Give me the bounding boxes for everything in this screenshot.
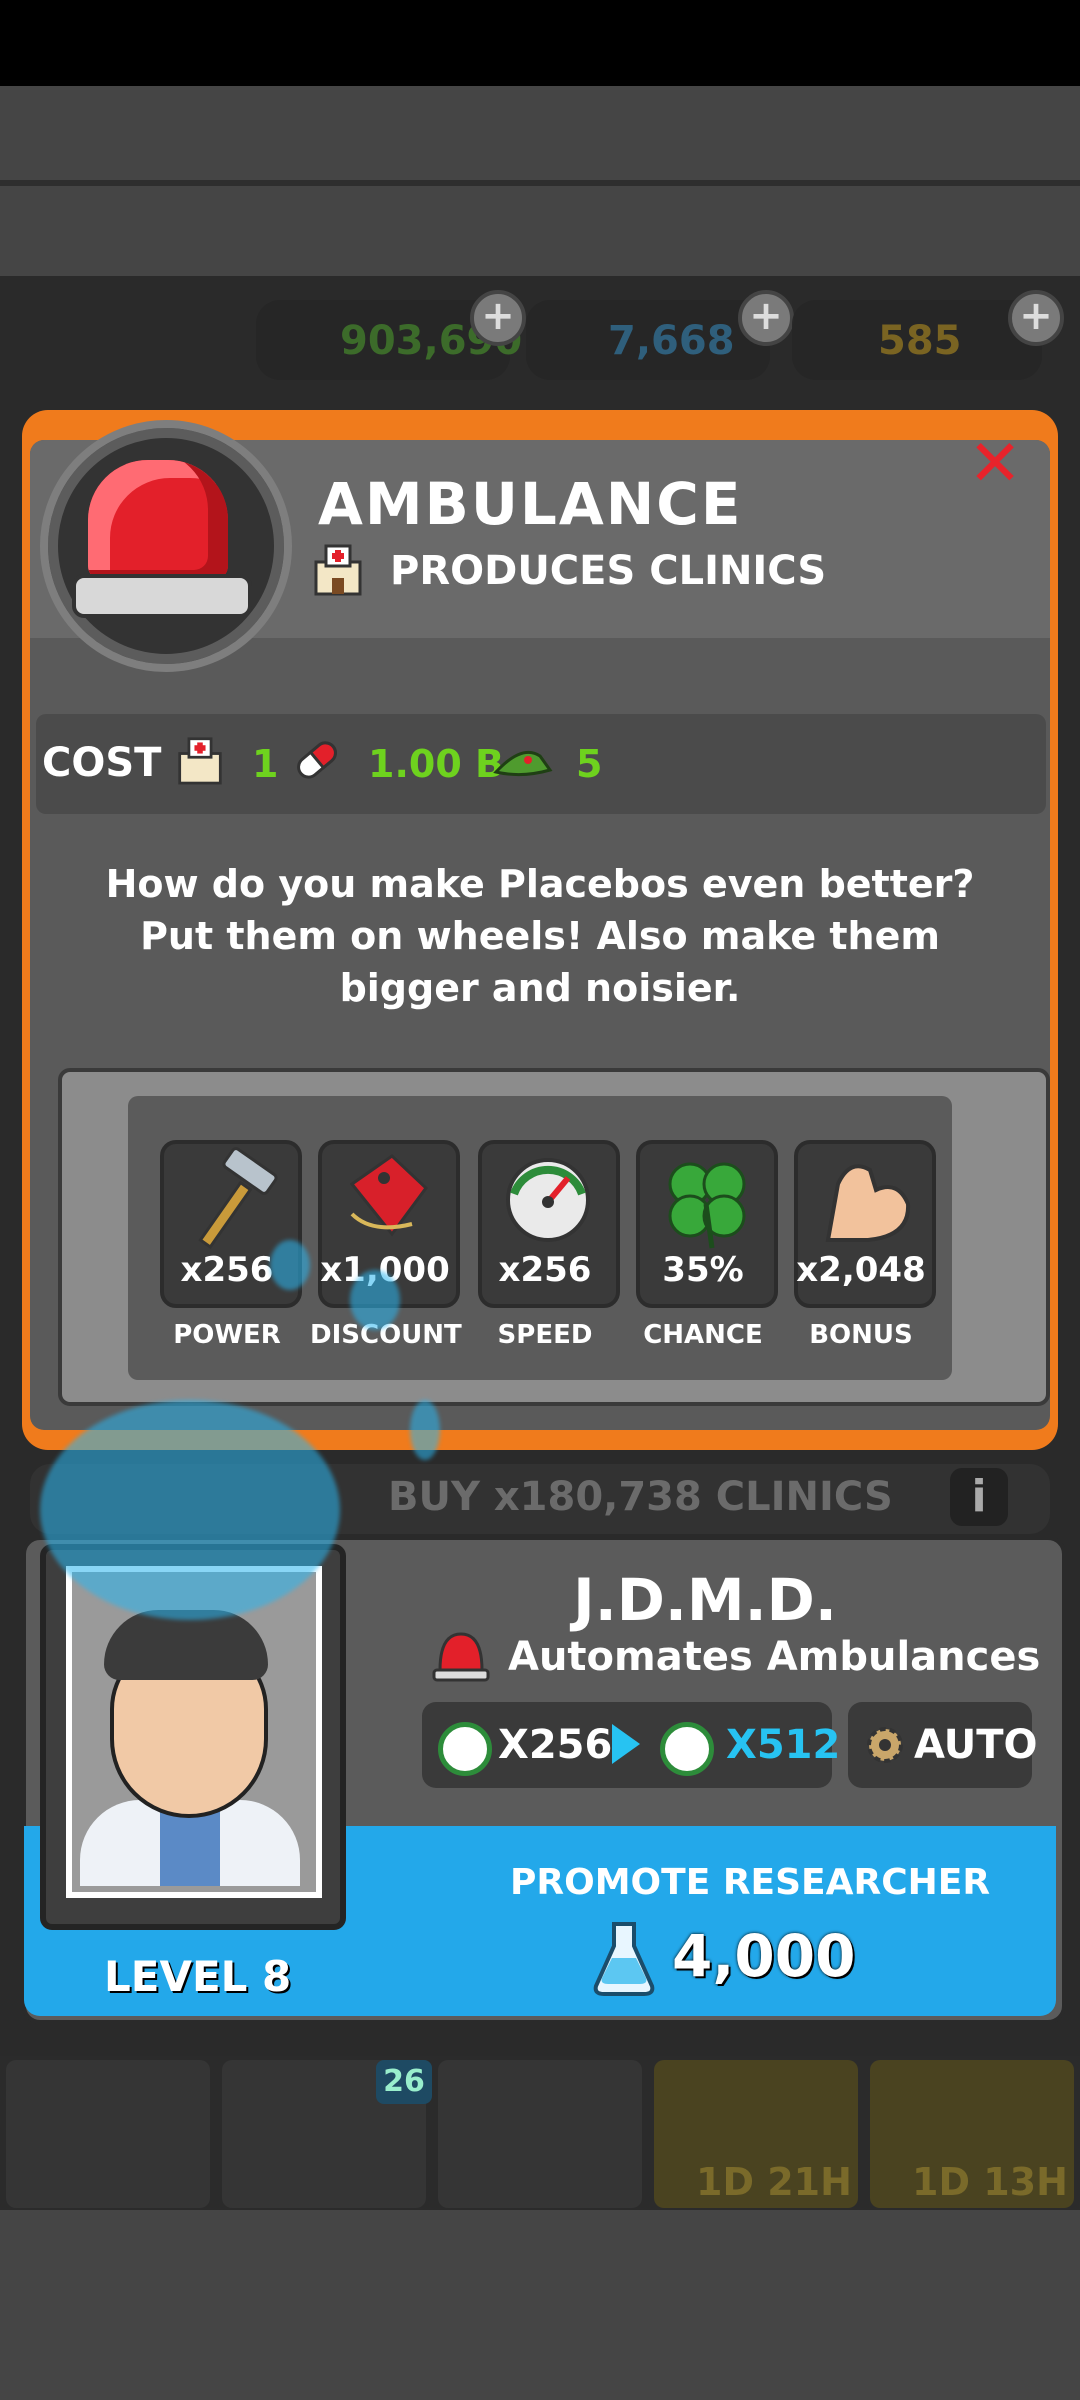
researcher-ability: Automates Ambulances <box>508 1634 1041 1680</box>
promote-label: PROMOTE RESEARCHER <box>510 1862 991 1903</box>
info-button[interactable]: i <box>950 1468 1008 1526</box>
siren-icon <box>432 1632 490 1682</box>
clover-icon <box>668 1162 746 1249</box>
glow-effect <box>270 1240 310 1290</box>
nav-files[interactable] <box>438 2060 642 2208</box>
cost-caps: 5 <box>576 742 603 786</box>
researcher-level: LEVEL 8 <box>104 1952 292 2001</box>
glow-effect <box>410 1400 440 1460</box>
stat-bonus-value: x2,048 <box>796 1250 926 1290</box>
clinic-icon <box>178 737 222 785</box>
stat-power-label: POWER <box>173 1320 281 1350</box>
stat-chance-value: 35% <box>662 1250 744 1290</box>
current-multiplier: X256 <box>498 1722 613 1768</box>
arrow-right-icon <box>612 1724 640 1764</box>
cost-clinics: 1 <box>252 742 279 786</box>
nav-missions[interactable] <box>6 2060 210 2208</box>
siren-icon <box>88 460 228 580</box>
auto-label: AUTO <box>914 1722 1038 1768</box>
siren-base <box>72 574 252 618</box>
researcher-hair <box>104 1610 268 1680</box>
stat-chance-label: CHANCE <box>643 1320 763 1350</box>
researcher-name: J.D.M.D. <box>573 1566 837 1634</box>
price-tag-icon <box>349 1154 428 1237</box>
stat-speed-label: SPEED <box>497 1320 593 1350</box>
close-button[interactable]: ✕ <box>965 432 1025 496</box>
buy-label: BUY x180,738 CLINICS <box>388 1474 893 1520</box>
flask-value: 7,668 <box>608 318 735 364</box>
stat-bonus-label: BONUS <box>809 1320 913 1350</box>
stat-speed-value: x256 <box>498 1250 592 1290</box>
gear-icon <box>867 1727 903 1763</box>
brick-line <box>0 180 1080 186</box>
hammer-icon <box>198 1147 278 1250</box>
speedometer-icon <box>660 1722 714 1776</box>
background-bottom <box>0 2210 1080 2400</box>
add-cash-button[interactable]: + <box>470 290 526 346</box>
chest-timer: 1D 13H <box>912 2160 1068 2204</box>
add-gold-button[interactable]: + <box>1008 290 1064 346</box>
add-flask-button[interactable]: + <box>738 290 794 346</box>
gold-value: 585 <box>878 318 962 364</box>
cards-count-badge: 26 <box>376 2060 432 2104</box>
promote-cost: 4,000 <box>672 1922 856 1990</box>
status-bar <box>0 0 1080 86</box>
upgrade-description: How do you make Placebos even better? Pu… <box>105 862 975 1010</box>
clinic-icon <box>314 544 362 596</box>
cap-icon <box>493 751 553 777</box>
speedometer-icon <box>438 1722 492 1776</box>
dialog-title: AMBULANCE <box>318 470 743 538</box>
muscle-arm-icon <box>825 1164 911 1242</box>
glow-effect <box>40 1400 340 1620</box>
cost-pills: 1.00 B <box>368 742 504 786</box>
next-multiplier: X512 <box>726 1722 841 1768</box>
speedometer-icon <box>506 1158 590 1242</box>
cost-label: COST <box>42 740 162 786</box>
dialog-subtitle: PRODUCES CLINICS <box>390 548 827 594</box>
glow-effect <box>350 1270 400 1330</box>
pill-icon <box>297 741 337 779</box>
flask-icon <box>593 1922 655 1996</box>
event-timer: 1D 21H <box>696 2160 852 2204</box>
